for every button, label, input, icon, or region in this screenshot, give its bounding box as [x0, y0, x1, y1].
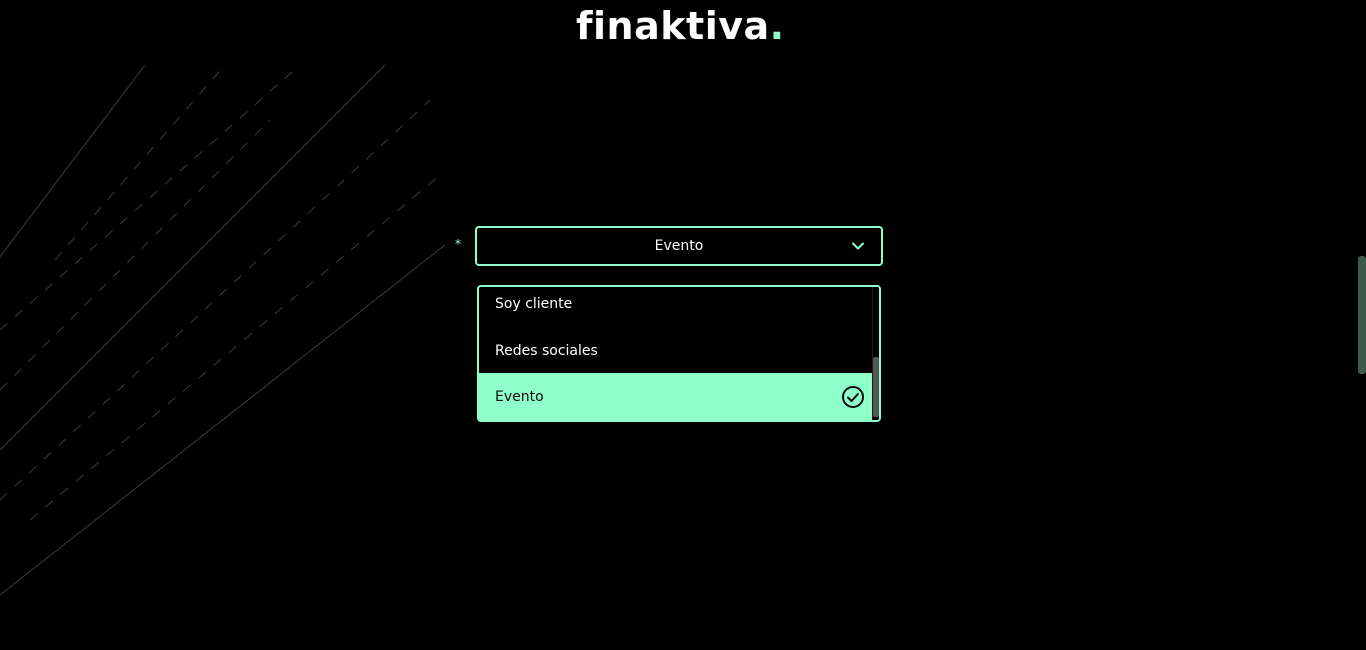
page: finaktiva. * Evento Soy cliente Redes so… [0, 0, 1366, 650]
option-label: Soy cliente [495, 295, 573, 312]
chevron-down-icon [852, 242, 864, 250]
select-value: Evento [654, 238, 704, 254]
option-evento[interactable]: Evento [479, 373, 873, 420]
logo-text: finaktiva [576, 4, 770, 48]
option-label: Redes sociales [495, 342, 598, 359]
logo-dot: . [769, 4, 785, 48]
finaktiva-logo[interactable]: finaktiva. [576, 4, 785, 54]
options-dropdown[interactable]: Soy cliente Redes sociales Evento [477, 285, 881, 422]
page-scrollbar-thumb[interactable] [1358, 256, 1366, 374]
background-decoration-lines [0, 64, 446, 596]
source-select[interactable]: Evento [475, 226, 883, 266]
required-asterisk: * [455, 237, 461, 251]
dropdown-scrollbar[interactable] [872, 287, 879, 420]
option-soy-cliente[interactable]: Soy cliente [479, 287, 873, 327]
option-label: Evento [495, 388, 544, 405]
check-circle-icon [842, 386, 864, 408]
option-redes-sociales[interactable]: Redes sociales [479, 327, 873, 374]
dropdown-scrollbar-thumb[interactable] [873, 357, 879, 417]
